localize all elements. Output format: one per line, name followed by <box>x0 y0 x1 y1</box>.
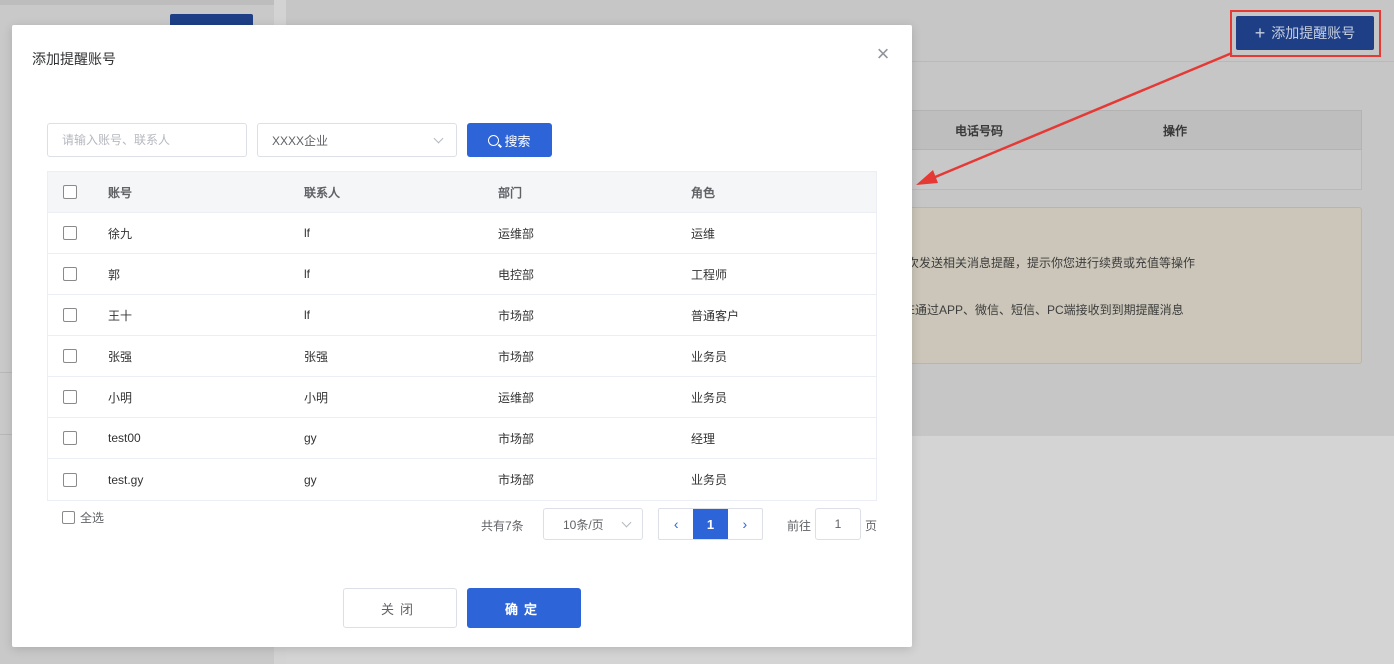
search-button-label: 搜索 <box>504 133 531 149</box>
goto-page-input[interactable] <box>815 508 861 540</box>
account-cell: 徐九 <box>108 226 133 241</box>
table-row[interactable]: test.gy gy 市场部 业务员 <box>48 459 876 500</box>
close-button[interactable]: 关闭 <box>343 588 457 628</box>
company-select[interactable]: XXXX企业 <box>257 123 457 157</box>
row-checkbox[interactable] <box>63 267 77 281</box>
chevron-down-icon <box>433 133 444 143</box>
role-cell: 业务员 <box>691 390 728 405</box>
role-cell: 经理 <box>691 431 716 446</box>
row-checkbox[interactable] <box>63 431 77 445</box>
header-select-checkbox[interactable] <box>63 185 77 199</box>
column-header-contact: 联系人 <box>304 185 341 200</box>
account-table: 账号 联系人 部门 角色 徐九 lf 运维部 运维 郭 lf 电控部 工程师 王… <box>47 171 877 501</box>
department-cell: 运维部 <box>498 390 535 405</box>
contact-cell: lf <box>304 267 310 281</box>
contact-cell: 张强 <box>304 349 329 364</box>
account-cell: test00 <box>108 431 141 445</box>
account-cell: 小明 <box>108 390 133 405</box>
department-cell: 运维部 <box>498 226 535 241</box>
row-checkbox[interactable] <box>63 349 77 363</box>
column-header-account: 账号 <box>108 185 133 200</box>
company-select-value: XXXX企业 <box>272 133 329 148</box>
row-checkbox[interactable] <box>63 472 77 487</box>
role-cell: 普通客户 <box>691 308 740 323</box>
row-checkbox[interactable] <box>63 308 77 322</box>
close-icon[interactable]: × <box>872 43 894 65</box>
search-icon <box>488 134 500 146</box>
dialog-title: 添加提醒账号 <box>32 51 116 67</box>
pagination-total: 共有7条 <box>481 519 524 533</box>
contact-cell: gy <box>304 472 317 487</box>
account-cell: 张强 <box>108 349 133 364</box>
current-page-button[interactable]: 1 <box>693 509 728 539</box>
department-cell: 电控部 <box>498 267 535 282</box>
add-reminder-account-dialog: 添加提醒账号 × XXXX企业 搜索 账号 联系人 部门 角色 徐九 lf 运维… <box>12 25 912 647</box>
row-checkbox[interactable] <box>63 390 77 404</box>
column-header-role: 角色 <box>691 185 716 200</box>
search-button[interactable]: 搜索 <box>467 123 552 157</box>
department-cell: 市场部 <box>498 349 535 364</box>
table-row[interactable]: 王十 lf 市场部 普通客户 <box>48 295 876 336</box>
confirm-button[interactable]: 确定 <box>467 588 581 628</box>
table-row[interactable]: 小明 小明 运维部 业务员 <box>48 377 876 418</box>
department-cell: 市场部 <box>498 431 535 446</box>
account-cell: 郭 <box>108 267 121 282</box>
goto-label: 前往 <box>787 519 812 533</box>
next-page-icon[interactable]: › <box>728 509 762 539</box>
account-cell: test.gy <box>108 472 144 487</box>
contact-cell: lf <box>304 226 310 240</box>
table-row[interactable]: test00 gy 市场部 经理 <box>48 418 876 459</box>
department-cell: 市场部 <box>498 473 535 487</box>
table-row[interactable]: 徐九 lf 运维部 运维 <box>48 213 876 254</box>
table-row[interactable]: 张强 张强 市场部 业务员 <box>48 336 876 377</box>
account-cell: 王十 <box>108 308 133 323</box>
row-checkbox[interactable] <box>63 226 77 240</box>
role-cell: 工程师 <box>691 267 728 282</box>
page-size-select[interactable]: 10条/页 <box>543 508 643 540</box>
contact-cell: gy <box>304 431 317 445</box>
table-header-row: 账号 联系人 部门 角色 <box>48 172 876 213</box>
prev-page-icon[interactable]: ‹ <box>659 509 693 539</box>
contact-cell: lf <box>304 308 310 322</box>
pager: ‹ 1 › <box>658 508 763 540</box>
select-all-label: 全选 <box>80 511 105 525</box>
table-row[interactable]: 郭 lf 电控部 工程师 <box>48 254 876 295</box>
select-all-checkbox[interactable] <box>62 511 75 524</box>
search-input[interactable] <box>47 123 247 157</box>
select-all-control[interactable]: 全选 <box>62 509 104 526</box>
contact-cell: 小明 <box>304 390 329 405</box>
page-unit-label: 页 <box>865 519 878 533</box>
role-cell: 业务员 <box>691 473 728 487</box>
department-cell: 市场部 <box>498 308 535 323</box>
role-cell: 业务员 <box>691 349 728 364</box>
chevron-down-icon <box>621 517 632 527</box>
role-cell: 运维 <box>691 226 716 241</box>
page-size-value: 10条/页 <box>563 517 604 532</box>
column-header-department: 部门 <box>498 185 523 200</box>
